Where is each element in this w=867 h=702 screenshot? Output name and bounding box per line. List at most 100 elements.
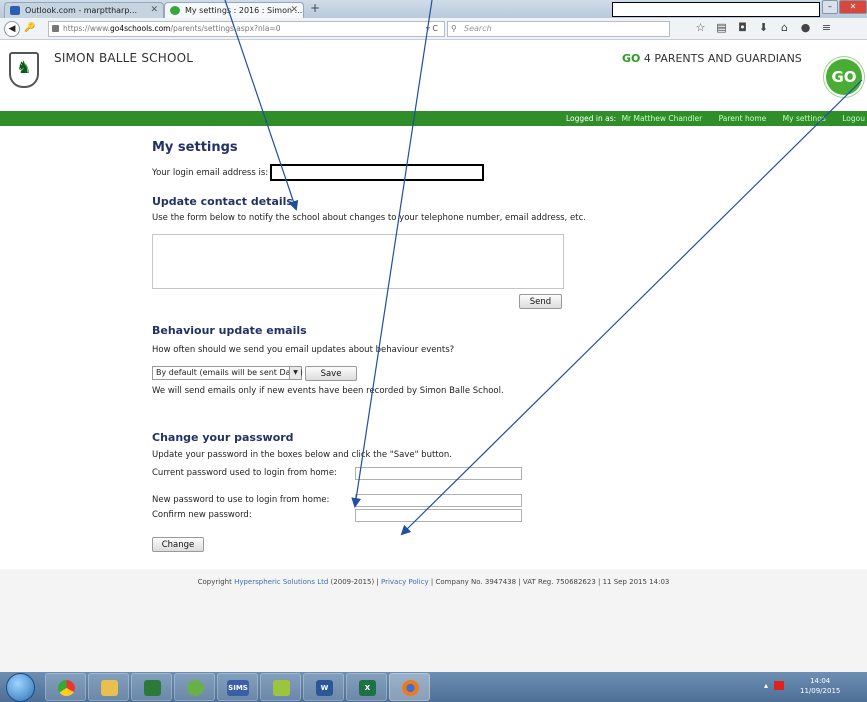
close-window-icon[interactable]: ✕ [839, 0, 867, 14]
minimize-icon[interactable]: – [822, 0, 838, 14]
contact-details-textarea[interactable] [152, 234, 564, 289]
confirm-password-input[interactable] [355, 509, 522, 522]
search-input[interactable]: ⚲ Search [447, 21, 670, 37]
new-tab-button[interactable]: + [310, 1, 320, 15]
url-bar[interactable]: https://www.go4schools.com/parents/setti… [48, 21, 445, 37]
menu-icon[interactable]: ≡ [816, 21, 837, 34]
copyright-years: (2009-2015) | [328, 578, 381, 586]
new-password-input[interactable] [355, 494, 522, 507]
taskbar-firefox[interactable] [389, 673, 430, 701]
selected-option: By default (emails will be sent Daily) [156, 368, 303, 377]
clock-time: 14:04 [810, 677, 831, 685]
app2-icon [187, 680, 204, 696]
behaviour-question: How often should we send you email updat… [152, 345, 455, 355]
behaviour-note: We will send emails only if new events h… [152, 386, 504, 396]
contact-heading: Update contact details [152, 195, 293, 208]
chevron-down-icon: ▼ [289, 367, 301, 379]
taskbar-app[interactable] [131, 673, 172, 701]
clock-date: 11/09/2015 [800, 687, 841, 695]
taskbar-app3[interactable] [260, 673, 301, 701]
taskbar-app2[interactable] [174, 673, 215, 701]
browser-tab-bar: Outlook.com - marpttharp... ✕ My setting… [0, 0, 867, 18]
toolbar-icons: ☆ ▤ ◘ ⬇ ⌂ ● ≡ [690, 21, 837, 34]
password-instructions: Update your password in the boxes below … [152, 450, 452, 460]
excel-icon: X [359, 680, 376, 696]
redacted-email [270, 164, 484, 181]
word-icon: W [316, 680, 333, 696]
reading-list-icon[interactable]: ▤ [711, 21, 732, 34]
windows-taskbar: SIMS W X ▴ 14:04 11/09/2015 [0, 672, 867, 702]
new-password-label: New password to use to login from home: [152, 495, 330, 505]
change-password-button[interactable]: Change [152, 537, 204, 552]
url-prefix: https://www. [63, 24, 110, 33]
current-password-label: Current password used to login from home… [152, 468, 337, 478]
chat-icon[interactable]: ● [795, 21, 816, 34]
url-domain: go4schools.com [109, 24, 171, 33]
nav-logout[interactable]: Logou [842, 114, 865, 123]
copyright-prefix: Copyright [197, 578, 235, 586]
school-crest-icon: ♞ [9, 52, 39, 88]
school-name: SIMON BALLE SCHOOL [54, 51, 194, 65]
logged-in-user: Mr Matthew Chandler [621, 114, 703, 123]
search-placeholder: Search [464, 24, 492, 33]
login-email-label: Your login email address is: [152, 168, 269, 178]
clock[interactable]: 14:04 11/09/2015 [800, 676, 840, 696]
password-heading: Change your password [152, 431, 294, 444]
portal-title: GO 4 PARENTS AND GUARDIANS [622, 52, 802, 65]
company-info: | Company No. 3947438 | VAT Reg. 7506826… [428, 578, 670, 586]
copyright-line: Copyright Hyperspheric Solutions Ltd (20… [0, 578, 867, 586]
taskbar-explorer[interactable] [88, 673, 129, 701]
app3-icon [273, 680, 290, 696]
bookmark-star-icon[interactable]: ☆ [690, 21, 711, 34]
flag-icon[interactable] [774, 681, 785, 690]
search-icon: ⚲ [451, 24, 457, 33]
identity-icon[interactable]: 🔑 [23, 21, 37, 35]
start-button-icon[interactable] [6, 673, 35, 702]
app-icon [144, 680, 161, 696]
system-tray: ▴ [764, 681, 785, 690]
behaviour-heading: Behaviour update emails [152, 324, 307, 337]
nav-my-settings[interactable]: My settings [783, 114, 826, 123]
send-button[interactable]: Send [519, 294, 562, 309]
go-logo: GO [826, 59, 862, 95]
taskbar-word[interactable]: W [303, 673, 344, 701]
privacy-policy-link[interactable]: Privacy Policy [381, 578, 429, 586]
reload-icon[interactable]: ▿ C [426, 22, 438, 36]
close-icon[interactable]: ✕ [150, 5, 158, 15]
confirm-password-label: Confirm new password: [152, 510, 252, 520]
contact-description: Use the form below to notify the school … [152, 213, 586, 223]
outlook-icon [10, 6, 20, 15]
firefox-icon [402, 680, 419, 696]
save-button[interactable]: Save [305, 366, 357, 381]
taskbar-excel[interactable]: X [346, 673, 387, 701]
tray-arrow-icon[interactable]: ▴ [764, 681, 768, 690]
tab-label: My settings : 2016 : Simon ... [185, 6, 303, 15]
company-link[interactable]: Hyperspheric Solutions Ltd [234, 578, 328, 586]
sims-icon: SIMS [227, 680, 249, 696]
tab-my-settings[interactable]: My settings : 2016 : Simon ... ✕ [164, 2, 304, 18]
url-path: /parents/settings.aspx?nla=0 [170, 24, 281, 33]
browser-nav-bar: ◀ 🔑 https://www.go4schools.com/parents/s… [0, 18, 867, 40]
folder-icon [101, 680, 118, 696]
download-icon[interactable]: ⬇ [753, 21, 774, 34]
page-title: My settings [152, 140, 238, 155]
tab-outlook[interactable]: Outlook.com - marpttharp... ✕ [4, 2, 164, 18]
tab-label: Outlook.com - marpttharp... [25, 6, 138, 15]
logged-in-label: Logged in as: [566, 114, 617, 123]
pocket-icon[interactable]: ◘ [732, 21, 753, 34]
lock-icon [52, 25, 59, 32]
redacted-box [612, 2, 820, 17]
portal-prefix: GO [622, 52, 641, 65]
portal-title-text: 4 PARENTS AND GUARDIANS [643, 52, 802, 65]
close-icon[interactable]: ✕ [290, 5, 298, 15]
window-controls: – ✕ [821, 0, 867, 16]
go4schools-icon [170, 6, 180, 15]
annotation-arrow [400, 79, 863, 536]
nav-parent-home[interactable]: Parent home [719, 114, 767, 123]
taskbar-sims[interactable]: SIMS [217, 673, 258, 701]
current-password-input[interactable] [355, 467, 522, 480]
taskbar-chrome[interactable] [45, 673, 86, 701]
home-icon[interactable]: ⌂ [774, 21, 795, 34]
back-arrow-icon[interactable]: ◀ [4, 21, 20, 37]
behaviour-frequency-select[interactable]: By default (emails will be sent Daily) ▼ [152, 366, 303, 380]
